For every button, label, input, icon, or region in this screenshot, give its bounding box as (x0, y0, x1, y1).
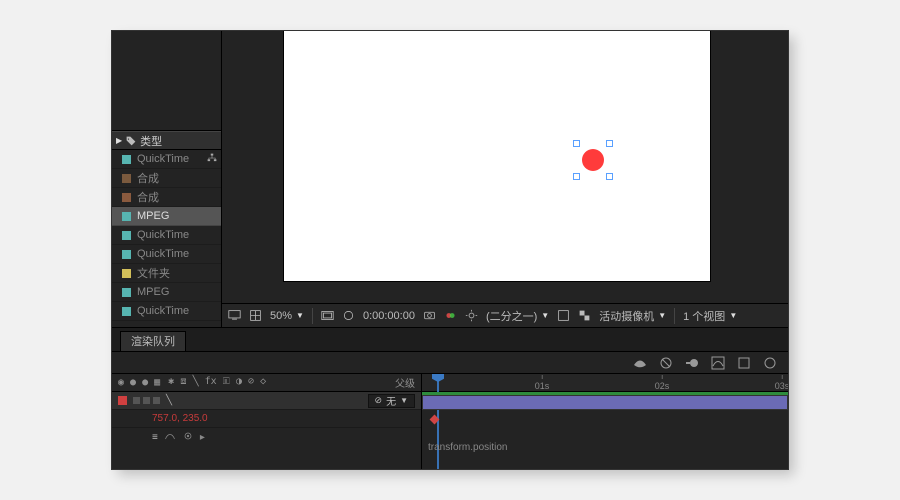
layer-row[interactable]: ╲ ⊘ 无 ▼ (112, 392, 421, 410)
composition-viewer: 50%▼ 0:00:00:00 (222, 31, 788, 327)
project-item[interactable]: 合成 (112, 188, 221, 207)
item-type-swatch (122, 155, 131, 164)
project-preview-area (112, 31, 221, 131)
item-type-swatch (122, 288, 131, 297)
motion-blur-icon[interactable] (684, 355, 700, 371)
expression-enable-icon[interactable]: ≡ (152, 432, 158, 443)
project-item-label: QuickTime (137, 248, 189, 260)
position-value: 757.0, 235.0 (152, 413, 208, 424)
brainstorm-icon[interactable] (736, 355, 752, 371)
item-type-swatch (122, 212, 131, 221)
selection-handles[interactable] (573, 140, 613, 180)
item-type-swatch (122, 269, 131, 278)
tag-icon (126, 136, 136, 146)
shy-toggle-icon[interactable] (632, 355, 648, 371)
item-type-swatch (122, 174, 131, 183)
project-item-label: QuickTime (137, 153, 189, 165)
frame-blend-icon[interactable] (658, 355, 674, 371)
snapshot-icon[interactable] (423, 309, 436, 322)
project-item-label: 合成 (137, 170, 159, 186)
sort-arrow-icon: ▶ (116, 136, 122, 145)
expression-text: transform.position (428, 442, 507, 453)
expression-graph-icon[interactable] (164, 430, 176, 445)
expression-language-menu-icon[interactable]: ▸ (200, 432, 205, 443)
composition-canvas-area[interactable] (222, 31, 788, 303)
timeline-layer-columns: ◉ ● ● ▦ ✱ ⧈ ╲ fx 🗉 ◑ ⊘ ◇ 父级 ╲ ⊘ 无 ▼ (112, 374, 422, 469)
av-features-header-icon: ◉ ● ● ▦ (118, 377, 160, 388)
tab-render-queue-label: 渲染队列 (131, 336, 175, 348)
switches-header-icon: ✱ ⧈ ╲ fx 🗉 ◑ ⊘ ◇ (168, 374, 266, 391)
time-ruler[interactable]: 01s 02s 03s (422, 374, 788, 392)
layer-color-swatch[interactable] (118, 396, 127, 405)
project-item[interactable]: QuickTime (112, 150, 221, 169)
item-flowchart-icon[interactable] (207, 153, 217, 166)
timeline-toolbar (112, 352, 788, 374)
app-window: ▶ 类型 QuickTime合成合成MPEGQuickTimeQuickTime… (112, 31, 788, 469)
expression-controls-row: ≡ ▸ (112, 428, 421, 446)
timecode-value: 0:00:00:00 (363, 310, 415, 322)
tab-render-queue[interactable]: 渲染队列 (120, 331, 186, 351)
zoom-dropdown[interactable]: 50%▼ (270, 310, 304, 322)
timeline-tab-strip: 渲染队列 (112, 328, 788, 352)
ruler-tick: 02s (655, 381, 670, 391)
project-column-label: 类型 (140, 133, 162, 149)
project-panel: ▶ 类型 QuickTime合成合成MPEGQuickTimeQuickTime… (112, 31, 222, 327)
zoom-value: 50% (270, 310, 292, 322)
project-item-label: 合成 (137, 189, 159, 205)
project-item[interactable]: 合成 (112, 169, 221, 188)
expression-text-field[interactable]: transform.position (422, 442, 507, 453)
item-type-swatch (122, 231, 131, 240)
item-type-swatch (122, 250, 131, 259)
ruler-tick: 03s (775, 381, 788, 391)
view-count-dropdown[interactable]: 1 个视图▼ (683, 308, 737, 324)
draft3d-icon[interactable] (762, 355, 778, 371)
project-item-label: MPEG (137, 210, 169, 222)
timeline-track-area[interactable]: 01s 02s 03s transform.position (422, 374, 788, 469)
timeline-column-header: ◉ ● ● ▦ ✱ ⧈ ╲ fx 🗉 ◑ ⊘ ◇ 父级 (112, 374, 421, 392)
project-item-label: MPEG (137, 286, 169, 298)
project-item-label: QuickTime (137, 305, 189, 317)
item-type-swatch (122, 307, 131, 316)
project-item[interactable]: QuickTime (112, 245, 221, 264)
resolution-value: (二分之一) (486, 308, 537, 324)
monitor-icon[interactable] (228, 309, 241, 322)
timecode-display[interactable]: 0:00:00:00 (363, 310, 415, 322)
region-icon[interactable] (557, 309, 570, 322)
resolution-dropdown[interactable]: (二分之一)▼ (486, 308, 549, 324)
project-column-header[interactable]: ▶ 类型 (112, 131, 221, 150)
project-item[interactable]: MPEG (112, 283, 221, 302)
safe-zones-icon[interactable] (321, 309, 334, 322)
item-type-swatch (122, 193, 131, 202)
parent-value: 无 (386, 393, 396, 408)
viewer-toolbar: 50%▼ 0:00:00:00 (222, 303, 788, 327)
project-item-list: QuickTime合成合成MPEGQuickTimeQuickTime文件夹MP… (112, 150, 221, 321)
playhead[interactable] (432, 374, 444, 388)
camera-dropdown[interactable]: 活动摄像机▼ (599, 308, 666, 324)
expression-pickwhip-icon[interactable] (182, 430, 194, 445)
view-count-value: 1 个视图 (683, 308, 725, 324)
transparency-grid-icon[interactable] (578, 309, 591, 322)
grid-icon[interactable] (249, 309, 262, 322)
project-item[interactable]: QuickTime (112, 226, 221, 245)
layer-duration-bar[interactable] (422, 395, 788, 410)
position-property-row[interactable]: 757.0, 235.0 (112, 410, 421, 428)
camera-value: 活动摄像机 (599, 308, 654, 324)
parent-dropdown[interactable]: ⊘ 无 ▼ (368, 394, 415, 408)
parent-column-label: 父级 (395, 375, 415, 390)
project-item[interactable]: MPEG (112, 207, 221, 226)
project-item-label: QuickTime (137, 229, 189, 241)
mask-toggle-icon[interactable] (342, 309, 355, 322)
layer-switches-group[interactable] (133, 397, 160, 404)
project-item[interactable]: QuickTime (112, 302, 221, 321)
graph-editor-icon[interactable] (710, 355, 726, 371)
project-item[interactable]: 文件夹 (112, 264, 221, 283)
channels-icon[interactable] (444, 309, 457, 322)
exposure-icon[interactable] (465, 309, 478, 322)
composition-canvas (284, 31, 710, 281)
project-item-label: 文件夹 (137, 265, 170, 281)
timeline-panel: ◉ ● ● ▦ ✱ ⧈ ╲ fx 🗉 ◑ ⊘ ◇ 父级 ╲ ⊘ 无 ▼ (112, 374, 788, 469)
ruler-tick: 01s (535, 381, 550, 391)
